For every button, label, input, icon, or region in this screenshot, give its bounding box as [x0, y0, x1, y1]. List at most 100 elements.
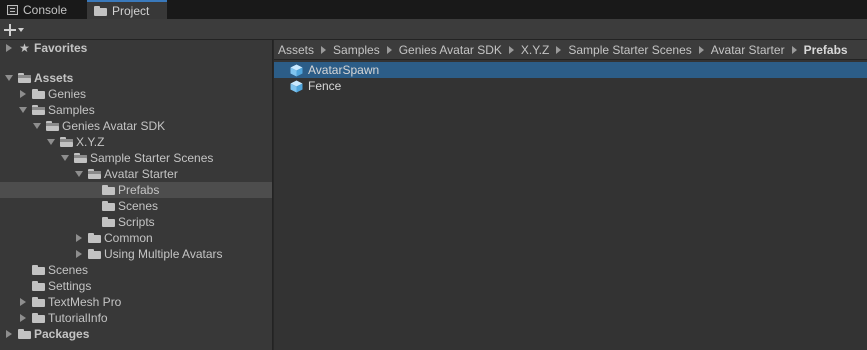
tree-item-textmesh-pro[interactable]: TextMesh Pro — [0, 294, 272, 310]
folder-icon — [88, 233, 101, 243]
chevron-down-icon — [18, 27, 24, 32]
expand-arrow-icon[interactable] — [74, 249, 84, 259]
expand-arrow-icon[interactable] — [74, 233, 84, 243]
breadcrumb-genies-avatar-sdk[interactable]: Genies Avatar SDK — [399, 43, 502, 57]
folder-icon — [32, 297, 45, 307]
asset-label: Fence — [308, 79, 342, 93]
breadcrumb-avatar-starter[interactable]: Avatar Starter — [711, 43, 785, 57]
tree-item-assets[interactable]: Assets — [0, 70, 272, 86]
folder-icon — [32, 89, 45, 99]
tree-item-label: Packages — [34, 327, 90, 341]
tree-item-label: Settings — [48, 279, 92, 293]
chevron-right-icon — [508, 45, 514, 54]
chevron-right-icon — [321, 45, 327, 54]
tab-project-label: Project — [112, 3, 150, 18]
breadcrumb-prefabs[interactable]: Prefabs — [804, 43, 848, 57]
plus-icon — [4, 23, 16, 36]
collapse-arrow-icon[interactable] — [18, 105, 28, 115]
folder-open-icon — [60, 137, 73, 147]
create-button[interactable] — [4, 21, 34, 38]
tab-bar: Console Project — [0, 0, 867, 19]
tree-item-label: Scripts — [118, 215, 155, 229]
collapse-arrow-icon[interactable] — [4, 73, 14, 83]
tree-item-xyz[interactable]: X.Y.Z — [0, 134, 272, 150]
tree-item-label: Avatar Starter — [104, 167, 178, 181]
chevron-right-icon — [556, 45, 562, 54]
breadcrumb: Assets Samples Genies Avatar SDK X.Y.Z S… — [274, 40, 867, 60]
tree-item-prefabs[interactable]: Prefabs — [0, 182, 272, 198]
folder-tree: ★ Favorites Assets Genies Samples Genies… — [0, 40, 273, 350]
prefab-cube-icon — [290, 80, 303, 93]
breadcrumb-samples[interactable]: Samples — [333, 43, 380, 57]
collapse-arrow-icon[interactable] — [74, 169, 84, 179]
expand-arrow-icon[interactable] — [18, 89, 28, 99]
tree-item-avatar-starter[interactable]: Avatar Starter — [0, 166, 272, 182]
expand-arrow-icon[interactable] — [18, 313, 28, 323]
tree-item-label: Genies Avatar SDK — [62, 119, 166, 133]
chevron-right-icon — [386, 45, 392, 54]
folder-icon — [88, 249, 101, 259]
asset-item-fence[interactable]: Fence — [274, 78, 867, 94]
tab-project[interactable]: Project — [87, 0, 167, 19]
tree-item-packages[interactable]: Packages — [0, 326, 272, 342]
star-icon: ★ — [19, 41, 30, 55]
folder-icon — [102, 201, 115, 211]
expand-arrow-icon[interactable] — [18, 297, 28, 307]
tree-item-scenes[interactable]: Scenes — [0, 262, 272, 278]
tree-item-label: X.Y.Z — [76, 135, 105, 149]
tree-item-genies-avatar-sdk[interactable]: Genies Avatar SDK — [0, 118, 272, 134]
tree-item-common[interactable]: Common — [0, 230, 272, 246]
tree-item-genies[interactable]: Genies — [0, 86, 272, 102]
project-toolbar — [0, 19, 867, 40]
tree-item-label: Using Multiple Avatars — [104, 247, 223, 261]
asset-label: AvatarSpawn — [308, 63, 380, 77]
folder-open-icon — [18, 73, 31, 83]
prefab-cube-icon — [290, 64, 303, 77]
breadcrumb-sample-starter-scenes[interactable]: Sample Starter Scenes — [568, 43, 691, 57]
tree-item-label: TutorialInfo — [48, 311, 108, 325]
breadcrumb-xyz[interactable]: X.Y.Z — [521, 43, 549, 57]
expand-arrow-icon[interactable] — [4, 329, 14, 339]
tree-item-using-multiple-avatars[interactable]: Using Multiple Avatars — [0, 246, 272, 262]
tree-item-scenes-inner[interactable]: Scenes — [0, 198, 272, 214]
folder-open-icon — [46, 121, 59, 131]
tree-item-tutorial-info[interactable]: TutorialInfo — [0, 310, 272, 326]
tree-item-label: Favorites — [34, 41, 88, 55]
folder-open-icon — [32, 105, 45, 115]
folder-icon — [18, 329, 31, 339]
tree-item-label: Scenes — [48, 263, 89, 277]
folder-icon — [32, 265, 45, 275]
tree-item-label: Genies — [48, 87, 87, 101]
tab-console[interactable]: Console — [0, 0, 86, 19]
asset-panel: Assets Samples Genies Avatar SDK X.Y.Z S… — [274, 40, 867, 350]
folder-icon — [32, 313, 45, 323]
folder-open-icon — [88, 169, 101, 179]
collapse-arrow-icon[interactable] — [46, 137, 56, 147]
tree-item-label: Samples — [48, 103, 95, 117]
tree-item-label: Scenes — [118, 199, 159, 213]
tree-item-label: Prefabs — [118, 183, 160, 197]
folder-icon — [102, 185, 115, 195]
tree-item-label: TextMesh Pro — [48, 295, 122, 309]
tree-item-label: Assets — [34, 71, 74, 85]
folder-icon — [102, 217, 115, 227]
expand-arrow-icon[interactable] — [4, 43, 14, 53]
tree-item-label: Common — [104, 231, 153, 245]
console-icon — [7, 4, 18, 15]
tree-item-samples[interactable]: Samples — [0, 102, 272, 118]
tree-item-label: Sample Starter Scenes — [90, 151, 214, 165]
collapse-arrow-icon[interactable] — [60, 153, 70, 163]
breadcrumb-assets[interactable]: Assets — [278, 43, 314, 57]
tree-item-scripts[interactable]: Scripts — [0, 214, 272, 230]
folder-icon — [94, 5, 107, 16]
folder-icon — [32, 281, 45, 291]
collapse-arrow-icon[interactable] — [32, 121, 42, 131]
chevron-right-icon — [791, 45, 797, 54]
asset-item-avatarspawn[interactable]: AvatarSpawn — [274, 62, 867, 78]
tree-item-sample-starter-scenes[interactable]: Sample Starter Scenes — [0, 150, 272, 166]
chevron-right-icon — [698, 45, 704, 54]
tree-item-settings[interactable]: Settings — [0, 278, 272, 294]
folder-open-icon — [74, 153, 87, 163]
tree-item-favorites[interactable]: ★ Favorites — [0, 40, 272, 56]
tab-console-label: Console — [23, 2, 68, 17]
